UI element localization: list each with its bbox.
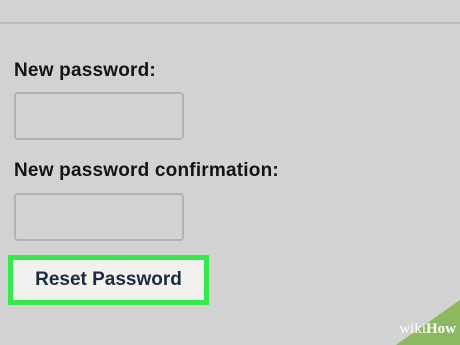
reset-button-highlight: Reset Password xyxy=(8,255,209,305)
top-divider xyxy=(0,22,460,24)
watermark-text: wikiHow xyxy=(399,321,456,338)
new-password-field[interactable] xyxy=(14,92,184,140)
wikihow-watermark: wikiHow xyxy=(358,290,460,345)
reset-password-button[interactable]: Reset Password xyxy=(13,260,204,300)
new-password-confirmation-field[interactable] xyxy=(14,193,184,241)
new-password-confirmation-label: New password confirmation: xyxy=(14,160,279,181)
new-password-label: New password: xyxy=(14,60,156,81)
watermark-wiki-text: wiki xyxy=(399,321,426,337)
watermark-how-text: How xyxy=(426,321,456,337)
